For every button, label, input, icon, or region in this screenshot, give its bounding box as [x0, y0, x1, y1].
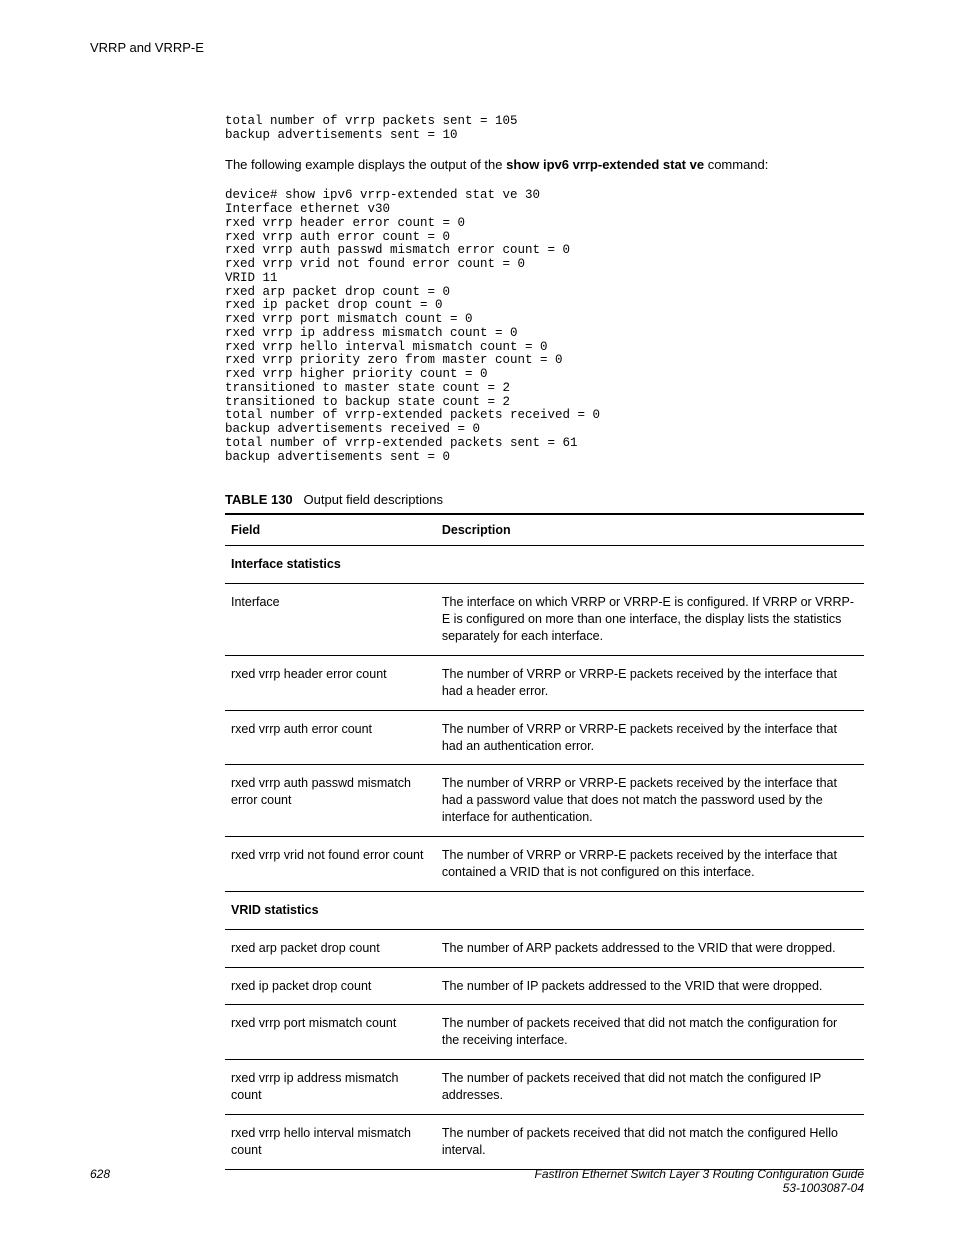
field-name: rxed vrrp auth error count	[225, 710, 436, 765]
table-row: rxed ip packet drop countThe number of I…	[225, 967, 864, 1005]
field-desc: The number of VRRP or VRRP-E packets rec…	[436, 655, 864, 710]
table-row: rxed arp packet drop countThe number of …	[225, 929, 864, 967]
code-snippet-1: total number of vrrp packets sent = 105 …	[225, 115, 864, 143]
field-name: rxed arp packet drop count	[225, 929, 436, 967]
table-row: InterfaceThe interface on which VRRP or …	[225, 584, 864, 656]
section-heading: VRID statistics	[225, 891, 864, 929]
intro-command: show ipv6 vrrp-extended stat ve	[506, 157, 704, 172]
intro-paragraph: The following example displays the outpu…	[225, 157, 864, 174]
table-row: VRID statistics	[225, 891, 864, 929]
table-row: rxed vrrp hello interval mismatch countT…	[225, 1114, 864, 1169]
field-desc: The number of packets received that did …	[436, 1114, 864, 1169]
col-desc: Description	[436, 514, 864, 546]
doc-id: 53-1003087-04	[783, 1181, 864, 1195]
field-desc: The number of VRRP or VRRP-E packets rec…	[436, 765, 864, 837]
code-snippet-2: device# show ipv6 vrrp-extended stat ve …	[225, 189, 864, 464]
field-desc: The number of VRRP or VRRP-E packets rec…	[436, 837, 864, 892]
field-name: rxed vrrp port mismatch count	[225, 1005, 436, 1060]
table-number: TABLE 130	[225, 492, 293, 507]
field-desc: The number of VRRP or VRRP-E packets rec…	[436, 710, 864, 765]
field-name: Interface	[225, 584, 436, 656]
field-name: rxed vrrp header error count	[225, 655, 436, 710]
table-row: rxed vrrp header error countThe number o…	[225, 655, 864, 710]
field-desc: The interface on which VRRP or VRRP-E is…	[436, 584, 864, 656]
table-row: rxed vrrp port mismatch countThe number …	[225, 1005, 864, 1060]
table-caption-text: Output field descriptions	[304, 492, 443, 507]
section-heading: Interface statistics	[225, 546, 864, 584]
doc-title-footer: FastIron Ethernet Switch Layer 3 Routing…	[90, 1167, 864, 1195]
table-header-row: Field Description	[225, 514, 864, 546]
doc-name: FastIron Ethernet Switch Layer 3 Routing…	[534, 1167, 864, 1181]
field-name: rxed vrrp auth passwd mismatch error cou…	[225, 765, 436, 837]
field-name: rxed ip packet drop count	[225, 967, 436, 1005]
page: VRRP and VRRP-E total number of vrrp pac…	[0, 0, 954, 1235]
field-desc: The number of IP packets addressed to th…	[436, 967, 864, 1005]
col-field: Field	[225, 514, 436, 546]
content-area: total number of vrrp packets sent = 105 …	[225, 115, 864, 1170]
page-number: 628	[90, 1167, 110, 1181]
field-desc: The number of ARP packets addressed to t…	[436, 929, 864, 967]
intro-pre: The following example displays the outpu…	[225, 157, 506, 172]
field-desc: The number of packets received that did …	[436, 1060, 864, 1115]
field-desc: The number of packets received that did …	[436, 1005, 864, 1060]
section-header: VRRP and VRRP-E	[90, 40, 864, 55]
table-row: rxed vrrp vrid not found error countThe …	[225, 837, 864, 892]
table-row: rxed vrrp auth error countThe number of …	[225, 710, 864, 765]
page-footer: 628 FastIron Ethernet Switch Layer 3 Rou…	[90, 1167, 864, 1195]
table-caption: TABLE 130 Output field descriptions	[225, 492, 864, 507]
field-name: rxed vrrp hello interval mismatch count	[225, 1114, 436, 1169]
table-row: rxed vrrp auth passwd mismatch error cou…	[225, 765, 864, 837]
table-row: rxed vrrp ip address mismatch countThe n…	[225, 1060, 864, 1115]
intro-post: command:	[704, 157, 768, 172]
field-name: rxed vrrp ip address mismatch count	[225, 1060, 436, 1115]
field-name: rxed vrrp vrid not found error count	[225, 837, 436, 892]
output-fields-table: Field Description Interface statisticsIn…	[225, 513, 864, 1169]
table-row: Interface statistics	[225, 546, 864, 584]
